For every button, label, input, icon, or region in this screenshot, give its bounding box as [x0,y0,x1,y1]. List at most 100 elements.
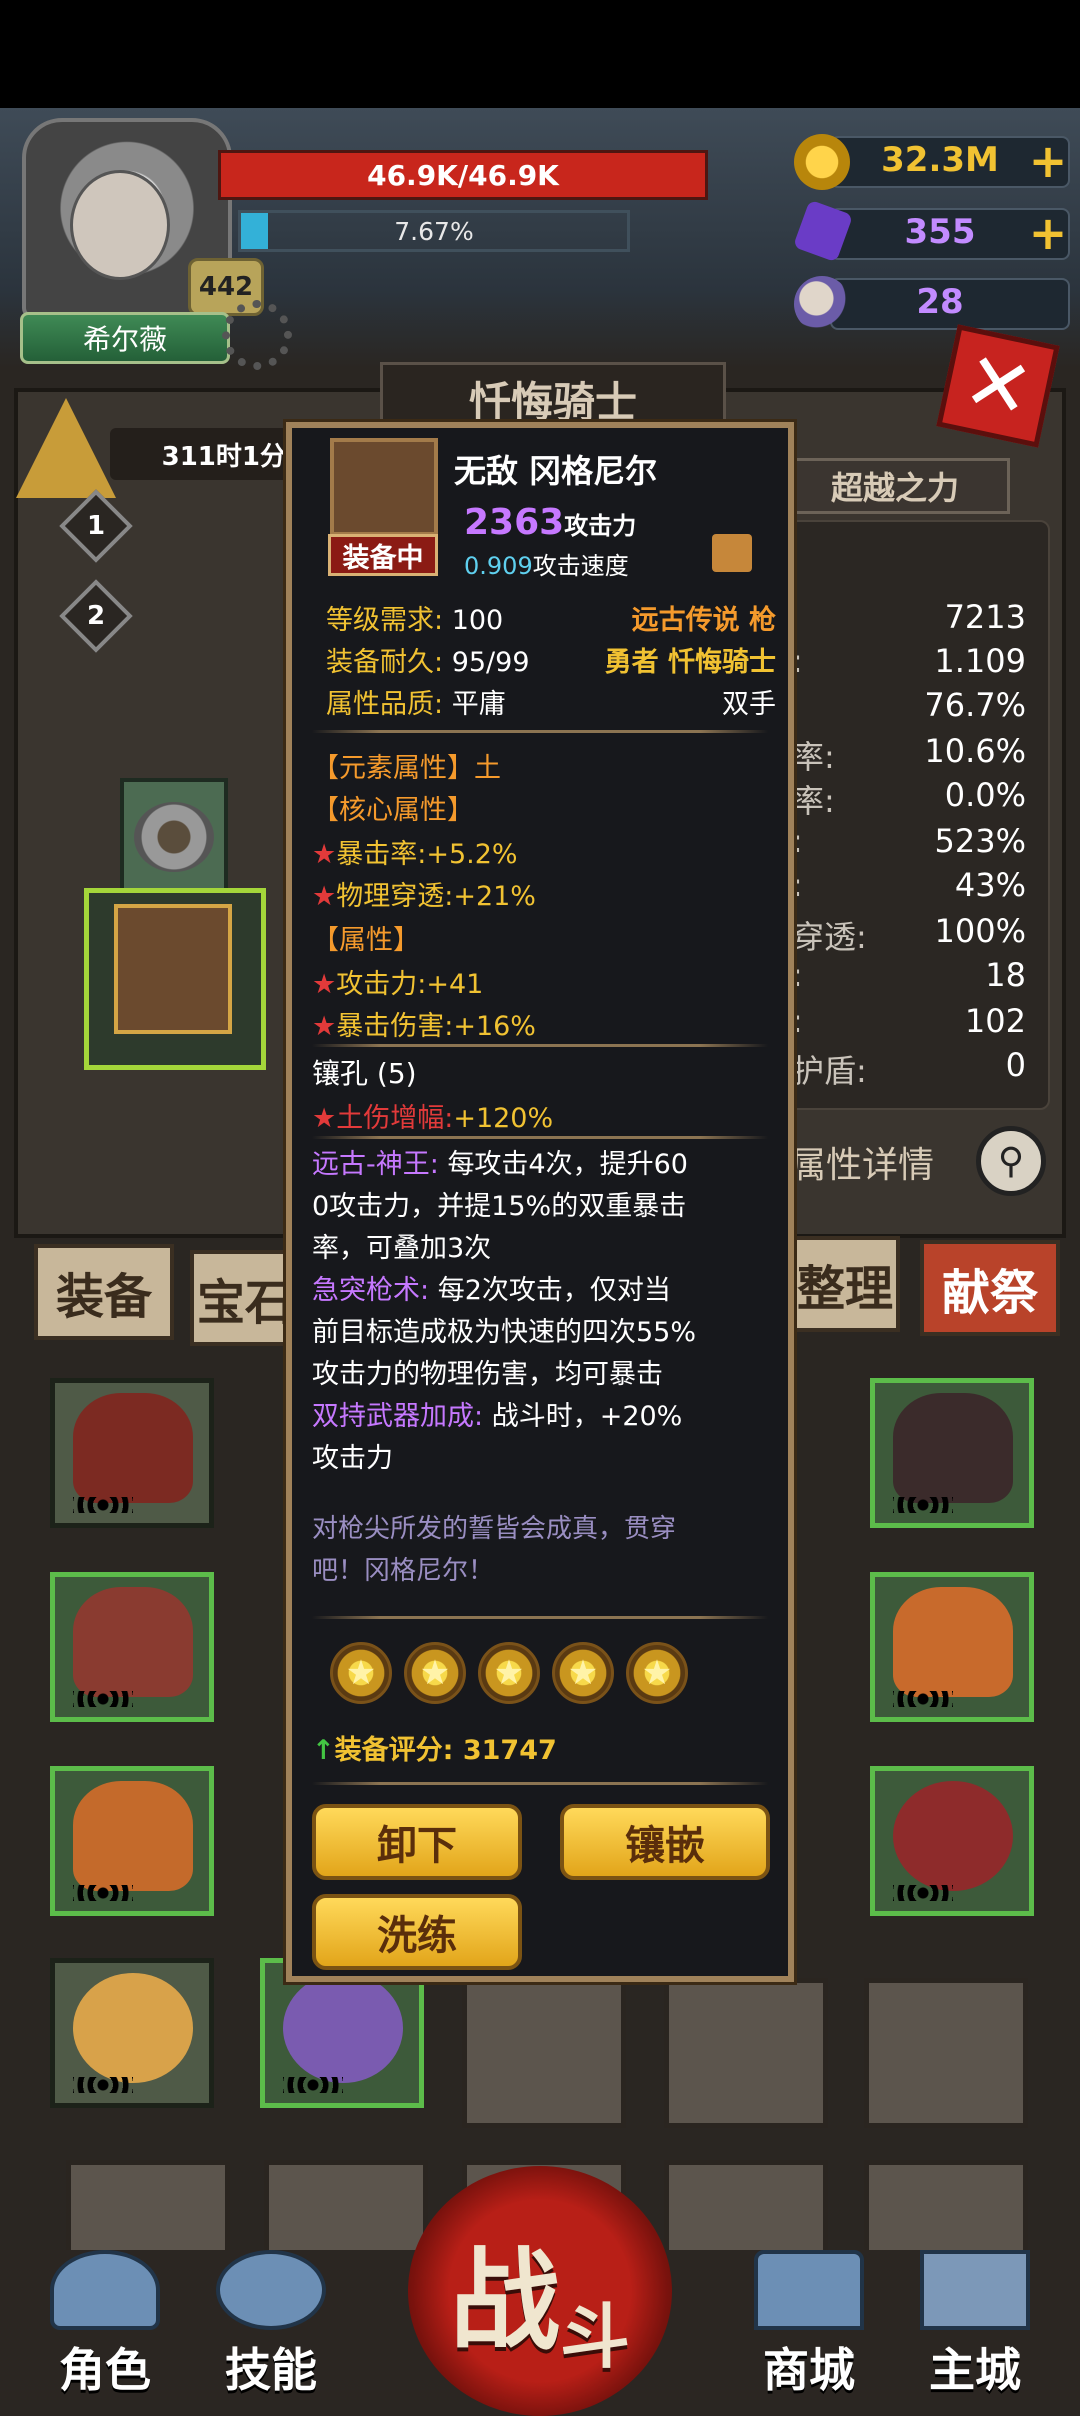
socket-label: 土伤增幅: [336,1103,454,1134]
socket-dots [73,1497,133,1513]
nav-skills[interactable]: 技能 [196,2250,346,2400]
add-gold-button[interactable]: + [1026,136,1070,186]
ring-slot[interactable] [120,778,228,896]
inventory-slot[interactable] [50,1572,214,1722]
skill-line: 前目标造成极为快速的四次55% [312,1317,697,1348]
close-icon[interactable]: ✕ [936,324,1060,448]
inventory-slot[interactable] [50,1766,214,1916]
core-attr-header: 【核心属性】 [312,795,474,826]
divider [312,1782,768,1785]
lore-text: 对枪尖所发的誓皆会成真，贯穿 吧！冈格尼尔！ [312,1508,676,1592]
socket-row: ★土伤增幅:+120% [312,1096,553,1135]
stat-label: 率: [792,782,835,820]
inventory-slot[interactable] [870,1378,1034,1528]
socket-dots [893,1885,953,1901]
socket-value: +120% [453,1103,554,1134]
star-medal-icon: ★ [404,1642,466,1704]
core-attr-value: +5.2% [426,839,518,870]
nav-shop[interactable]: 商城 [734,2250,884,2400]
battle-label-a: 战 [450,2237,560,2365]
empty-slot[interactable] [664,2160,828,2260]
stat-label: 穿透: [792,918,867,956]
star-rating: ★ ★ ★ ★ ★ [330,1642,750,1708]
skill-text: 每2次攻击，仅对当 [437,1275,671,1306]
inventory-slot[interactable] [50,1958,214,2108]
gem-resource: 355 + [790,199,1080,263]
gold-resource: 32.3M + [790,134,1080,190]
star-medal-icon: ★ [478,1642,540,1704]
gear-icon[interactable] [222,300,292,370]
star-icon: ★ [312,881,337,912]
empty-slot[interactable] [66,2160,230,2260]
core-attr-value: +21% [453,881,536,912]
empty-slot[interactable] [664,1978,828,2128]
attr-label: 攻击力: [336,969,427,1000]
speed-line: 0.909攻击速度 [464,546,629,581]
castle-icon [920,2250,1030,2330]
socket-header: 镶孔 (5) [312,1057,417,1090]
stat-value: 7213 [944,598,1026,636]
quality-row: 属性品质: 平庸 [326,682,506,721]
beyond-power-tab[interactable]: 超越之力 [780,458,1010,514]
tab-equipment[interactable]: 装备 [34,1244,174,1340]
divider [312,1044,768,1047]
stat-label: 护盾: [792,1052,867,1090]
ram-horn-icon [794,276,850,332]
reforge-button[interactable]: 洗练 [312,1894,522,1970]
skills-icon [216,2250,326,2330]
nav-character-label: 角色 [59,2343,151,2397]
core-attr-label: 暴击率: [336,839,427,870]
stat-value: 1.109 [934,642,1026,680]
skill-line: 攻击力的物理伤害，均可暴击 [312,1359,663,1390]
tab-sacrifice[interactable]: 献祭 [920,1240,1060,1336]
scarf-icon [893,1587,1013,1697]
tier-1-label: 1 [86,511,106,541]
xp-bar: 7.67% [238,210,630,252]
search-icon: ⚲ [976,1126,1046,1196]
empty-slot[interactable] [462,1978,626,2128]
empty-slot[interactable] [264,2160,428,2260]
unequip-button[interactable]: 卸下 [312,1804,522,1880]
spear-icon [114,904,232,1034]
empty-slot[interactable] [864,1978,1028,2128]
level-req-label: 等级需求: [326,605,444,636]
nav-main-city[interactable]: 主城 [900,2250,1050,2400]
unlock-icon[interactable] [712,534,752,572]
inventory-slot[interactable] [50,1378,214,1528]
attack-line: 2363攻击力 [464,502,636,543]
attr-label: 暴击伤害: [336,1011,454,1042]
socket-dots [73,2077,133,2093]
durability-label: 装备耐久: [326,647,444,678]
inventory-slot[interactable] [870,1766,1034,1916]
tab-sort[interactable]: 整理 [790,1236,900,1332]
helmet-icon [893,1781,1013,1891]
skill-line: 急突枪术: 每2次攻击，仅对当 [312,1270,772,1312]
xp-percent: 7.67% [394,216,474,246]
inlay-button[interactable]: 镶嵌 [560,1804,770,1880]
star-icon: ★ [312,969,337,1000]
attribute-details-button[interactable]: 属性详情 ⚲ [790,1120,1050,1204]
armor-icon [73,1587,193,1697]
empty-slot[interactable] [864,2160,1028,2260]
battle-label-b: 斗 [560,2295,630,2378]
tab-gems[interactable]: 宝石 [190,1250,300,1346]
lore-line: 对枪尖所发的誓皆会成真，贯穿 [312,1514,677,1544]
divider [312,1136,768,1139]
spear-item-icon [330,438,438,536]
gold-coin-icon [794,134,850,190]
durability-row: 装备耐久: 95/99 [326,640,530,679]
attr-value: +16% [453,1011,536,1042]
skill-name: 远古-神王: [312,1149,439,1180]
core-attr-label: 物理穿透: [336,881,454,912]
collar-icon [73,1973,193,2083]
cape-icon [73,1393,193,1503]
add-gem-button[interactable]: + [1026,208,1070,258]
divider [312,1616,768,1619]
nav-character[interactable]: 角色 [30,2250,180,2400]
battle-button[interactable]: 战斗 [408,2166,672,2416]
star-icon: ★ [312,1011,337,1042]
inventory-slot[interactable] [870,1572,1034,1722]
socket-dots [893,1497,953,1513]
skill-text: 每攻击4次，提升60 [447,1149,688,1180]
skill-line: 率，可叠加3次 [312,1233,492,1264]
